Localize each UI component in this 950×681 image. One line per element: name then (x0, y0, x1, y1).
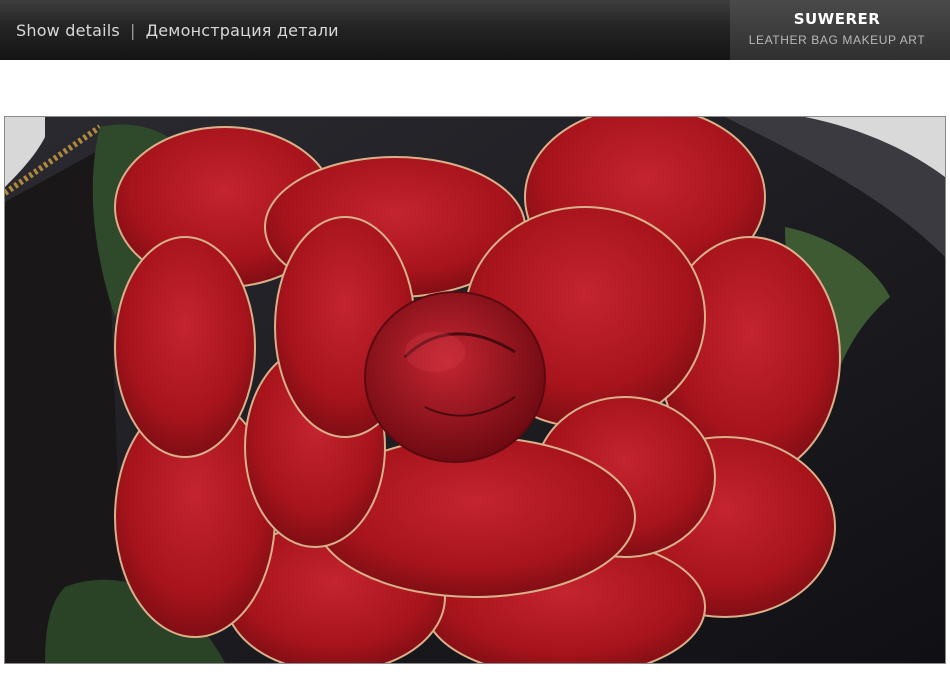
show-details-label-russian: Демонстрация детали (145, 20, 339, 40)
title-separator: | (129, 20, 136, 40)
leather-flower-illustration (5, 117, 945, 663)
product-detail-photo (4, 116, 946, 664)
brand-logo: SUWERER LEATHER BAG MAKEUP ART (742, 10, 932, 47)
brand-tagline: LEATHER BAG MAKEUP ART (748, 33, 926, 47)
section-title: Show details | Демонстрация детали (16, 0, 339, 60)
header-banner: Show details | Демонстрация детали SUWER… (0, 0, 950, 60)
show-details-label: Show details (16, 20, 120, 40)
brand-name: SUWERER (793, 10, 881, 28)
